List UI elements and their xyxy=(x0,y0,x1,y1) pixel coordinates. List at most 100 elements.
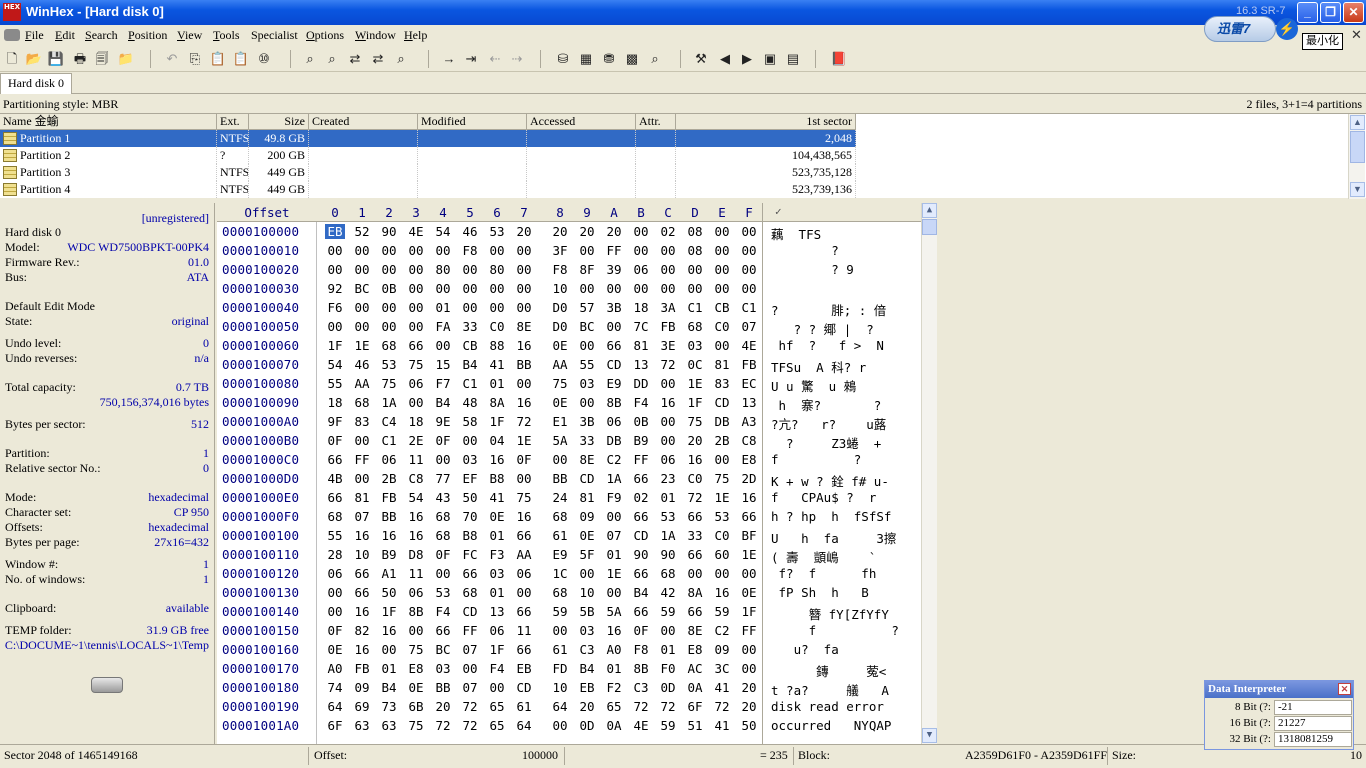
hex-byte[interactable]: F6 xyxy=(325,300,345,315)
partition-row[interactable]: Partition 4 NTFS 449 GB 523,739,136 xyxy=(0,181,856,198)
hex-byte[interactable]: 02 xyxy=(631,490,651,505)
hex-byte[interactable]: 20 xyxy=(685,433,705,448)
hex-byte[interactable]: 16 xyxy=(514,338,534,353)
hex-byte[interactable]: 00 xyxy=(514,471,534,486)
hex-byte[interactable]: 41 xyxy=(487,490,507,505)
hex-byte[interactable]: B8 xyxy=(460,528,480,543)
hex-byte[interactable]: F8 xyxy=(631,642,651,657)
scroll-up-arrow-icon[interactable]: ▲ xyxy=(1350,115,1365,130)
hex-byte[interactable]: 50 xyxy=(460,490,480,505)
hex-byte[interactable]: E8 xyxy=(406,661,426,676)
text-row[interactable]: h ? hp h fSfSf xyxy=(771,509,891,524)
hex-byte[interactable]: 18 xyxy=(631,300,651,315)
hex-byte[interactable]: 16 xyxy=(514,509,534,524)
hex-byte[interactable]: D0 xyxy=(550,300,570,315)
hex-byte[interactable]: F4 xyxy=(487,661,507,676)
hex-byte[interactable]: 18 xyxy=(406,414,426,429)
text-row[interactable]: ? ? 鄊 | ? xyxy=(771,319,874,338)
hex-byte[interactable]: 00 xyxy=(739,566,759,581)
hex-byte[interactable]: C0 xyxy=(712,528,732,543)
hex-byte[interactable]: 3E xyxy=(658,338,678,353)
hex-byte[interactable]: 01 xyxy=(487,376,507,391)
hex-byte[interactable]: 81 xyxy=(352,490,372,505)
hex-byte[interactable]: 61 xyxy=(550,642,570,657)
hex-byte[interactable]: EB xyxy=(514,661,534,676)
hex-byte[interactable]: 75 xyxy=(406,357,426,372)
hex-byte[interactable]: 65 xyxy=(604,699,624,714)
hex-byte[interactable]: E9 xyxy=(550,547,570,562)
hex-byte[interactable]: 33 xyxy=(460,319,480,334)
hex-byte[interactable]: 80 xyxy=(433,262,453,277)
hex-byte[interactable]: 16 xyxy=(487,452,507,467)
text-row[interactable]: disk read error xyxy=(771,699,884,714)
hex-byte[interactable]: 5A xyxy=(604,604,624,619)
hex-byte[interactable]: 1F xyxy=(325,338,345,353)
hex-byte[interactable]: 07 xyxy=(739,319,759,334)
hex-byte[interactable]: 68 xyxy=(433,509,453,524)
hex-byte[interactable]: 66 xyxy=(685,604,705,619)
hex-byte[interactable]: 6F xyxy=(685,699,705,714)
hex-byte[interactable]: 0A xyxy=(604,718,624,733)
hex-byte[interactable]: 03 xyxy=(685,338,705,353)
hex-byte[interactable]: 00 xyxy=(604,585,624,600)
text-row[interactable]: ? 9 xyxy=(771,262,854,277)
hex-byte[interactable]: C2 xyxy=(712,623,732,638)
hex-byte[interactable]: 00 xyxy=(352,433,372,448)
hex-byte[interactable]: 01 xyxy=(487,528,507,543)
hex-byte[interactable]: C1 xyxy=(379,433,399,448)
hex-byte[interactable]: 07 xyxy=(604,528,624,543)
partition-row[interactable]: Partition 1 NTFS 49.8 GB 2,048 xyxy=(0,130,856,147)
hex-byte[interactable]: C3 xyxy=(631,680,651,695)
hex-byte[interactable]: AC xyxy=(685,661,705,676)
hex-byte[interactable]: 57 xyxy=(577,300,597,315)
tab-hard-disk-0[interactable]: Hard disk 0 xyxy=(0,73,72,94)
hex-byte[interactable]: 00 xyxy=(577,395,597,410)
hex-byte[interactable]: 58 xyxy=(460,414,480,429)
hex-byte[interactable]: 68 xyxy=(658,566,678,581)
hex-byte[interactable]: 72 xyxy=(685,490,705,505)
hex-byte[interactable]: C1 xyxy=(685,300,705,315)
hex-byte[interactable]: C4 xyxy=(379,414,399,429)
hex-byte[interactable]: 00 xyxy=(739,661,759,676)
hex-byte[interactable]: 75 xyxy=(406,642,426,657)
hex-byte[interactable]: 00 xyxy=(712,224,732,239)
hex-byte[interactable]: 0F xyxy=(631,623,651,638)
hex-byte[interactable]: 72 xyxy=(658,699,678,714)
hex-byte[interactable]: CB xyxy=(712,300,732,315)
hex-byte[interactable]: A0 xyxy=(604,642,624,657)
text-row[interactable]: 簪 fY[ZfYfY xyxy=(771,604,889,623)
hex-byte[interactable]: 3A xyxy=(658,300,678,315)
hex-byte[interactable]: 33 xyxy=(685,528,705,543)
hex-byte[interactable]: C1 xyxy=(739,300,759,315)
hex-byte[interactable]: EF xyxy=(460,471,480,486)
hex-byte[interactable]: 00 xyxy=(406,300,426,315)
hex-byte[interactable]: 00 xyxy=(460,433,480,448)
hex-byte[interactable]: BF xyxy=(739,528,759,543)
column-header-accessed[interactable]: Accessed xyxy=(527,114,636,130)
hex-byte[interactable]: 66 xyxy=(460,566,480,581)
hex-byte[interactable]: 0C xyxy=(685,357,705,372)
hex-byte[interactable]: FF xyxy=(352,452,372,467)
hex-byte[interactable]: 1F xyxy=(487,642,507,657)
data-interpreter-title[interactable]: Data Interpreter ✕ xyxy=(1205,681,1353,698)
hex-byte[interactable]: 00 xyxy=(352,300,372,315)
hex-byte[interactable]: 00 xyxy=(514,376,534,391)
hex-byte[interactable]: 13 xyxy=(631,357,651,372)
hex-byte[interactable]: 8A xyxy=(487,395,507,410)
hex-byte[interactable]: 0E xyxy=(577,528,597,543)
hex-byte[interactable]: FB xyxy=(352,661,372,676)
hex-byte[interactable]: 66 xyxy=(631,509,651,524)
hex-byte[interactable]: 1F xyxy=(685,395,705,410)
hex-byte[interactable]: 08 xyxy=(685,243,705,258)
hex-byte[interactable]: EB xyxy=(325,224,345,239)
text-row[interactable]: ( 壽 顗嶋 ` xyxy=(771,547,876,566)
hex-byte[interactable]: 1A xyxy=(604,471,624,486)
calculator-icon[interactable]: ▩ xyxy=(623,50,641,68)
text-row[interactable]: U u 驚 u 鶆 xyxy=(771,376,856,395)
hex-byte[interactable]: CD xyxy=(460,604,480,619)
hex-byte[interactable]: 72 xyxy=(433,718,453,733)
hex-byte[interactable]: 68 xyxy=(433,528,453,543)
text-row[interactable]: fP Sh h B xyxy=(771,585,869,600)
hex-byte[interactable]: 16 xyxy=(514,395,534,410)
hex-byte[interactable]: 13 xyxy=(739,395,759,410)
